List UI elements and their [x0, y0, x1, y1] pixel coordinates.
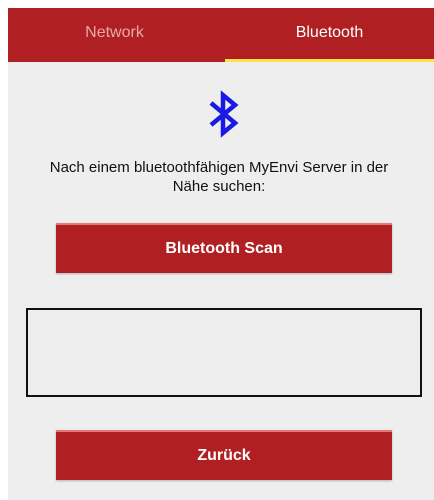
scan-results-box[interactable]: [26, 308, 422, 397]
bluetooth-panel: Nach einem bluetoothfähigen MyEnvi Serve…: [8, 62, 434, 500]
scan-instruction-line-2: Nähe suchen:: [172, 178, 266, 195]
scan-instruction-line-1: Nach einem bluetoothfähigen MyEnvi Serve…: [49, 159, 389, 176]
tab-network[interactable]: Network: [8, 8, 221, 62]
tab-bluetooth[interactable]: Bluetooth: [225, 8, 434, 62]
back-button[interactable]: Zurück: [56, 430, 392, 480]
bluetooth-scan-button[interactable]: Bluetooth Scan: [56, 223, 392, 273]
tab-bluetooth-label: Bluetooth: [295, 24, 364, 41]
back-button-label: Zurück: [197, 447, 251, 464]
scan-instruction-text: Nach einem bluetoothfähigen MyEnvi Serve…: [4, 158, 434, 196]
tab-bar: Network Bluetooth: [8, 8, 434, 62]
bluetooth-scan-button-label: Bluetooth Scan: [165, 240, 283, 257]
bluetooth-icon: [209, 90, 239, 138]
tab-network-label: Network: [85, 24, 144, 41]
